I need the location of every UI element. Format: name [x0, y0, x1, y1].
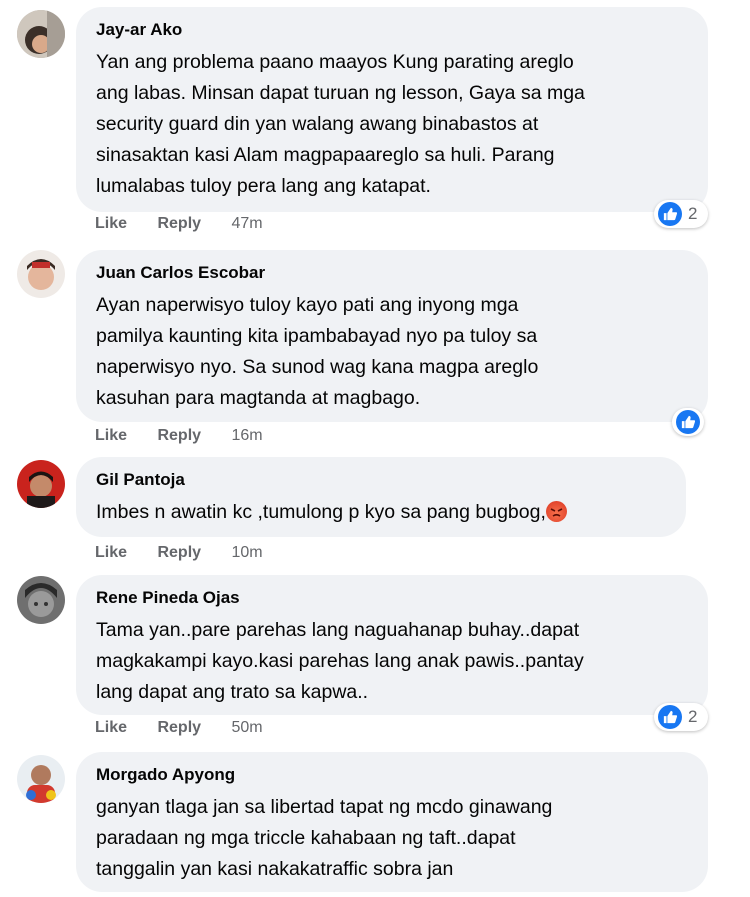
like-link[interactable]: Like	[95, 215, 127, 232]
comment-timestamp[interactable]: 10m	[232, 544, 263, 561]
comment-bubble: Gil Pantoja Imbes n awatin kc ,tumulong …	[76, 457, 686, 537]
reaction-count-badge[interactable]: 2	[654, 703, 708, 731]
reply-link[interactable]: Reply	[157, 215, 201, 232]
comment-text: Ayan naperwisyo tuloy kayo pati ang inyo…	[96, 294, 539, 409]
angry-face-icon	[545, 501, 567, 522]
comment-text: Tama yan..pare parehas lang naguahanap b…	[96, 619, 584, 703]
comment-actions: Like Reply 47m	[95, 215, 289, 233]
comment-timestamp[interactable]: 50m	[232, 719, 263, 736]
comment-text-content: Imbes n awatin kc ,tumulong p kyo sa pan…	[96, 501, 546, 523]
comment-text: ganyan tlaga jan sa libertad tapat ng mc…	[96, 796, 553, 880]
comment-author[interactable]: Gil Pantoja	[96, 469, 666, 491]
reaction-badge[interactable]	[672, 408, 704, 436]
comment-bubble: Morgado Apyong ganyan tlaga jan sa liber…	[76, 752, 708, 892]
comment-bubble: Rene Pineda Ojas Tama yan..pare parehas …	[76, 575, 708, 715]
like-link[interactable]: Like	[95, 544, 127, 561]
comment-bubble: Juan Carlos Escobar Ayan naperwisyo tulo…	[76, 250, 708, 422]
comment-author[interactable]: Jay-ar Ako	[96, 19, 688, 41]
comment-author[interactable]: Rene Pineda Ojas	[96, 587, 688, 609]
comment-text: Imbes n awatin kc ,tumulong p kyo sa pan…	[96, 497, 666, 528]
comment-timestamp[interactable]: 47m	[232, 215, 263, 232]
avatar[interactable]	[17, 10, 65, 58]
avatar[interactable]	[17, 755, 65, 803]
like-icon	[658, 202, 682, 226]
reply-link[interactable]: Reply	[157, 544, 201, 561]
comment-actions: Like Reply 10m	[95, 544, 289, 562]
avatar[interactable]	[17, 460, 65, 508]
comment-timestamp[interactable]: 16m	[232, 427, 263, 444]
like-link[interactable]: Like	[95, 427, 127, 444]
like-icon	[658, 705, 682, 729]
like-link[interactable]: Like	[95, 719, 127, 736]
reaction-count-badge[interactable]: 2	[654, 200, 708, 228]
comment-author[interactable]: Juan Carlos Escobar	[96, 262, 688, 284]
comment-actions: Like Reply 16m	[95, 427, 289, 445]
avatar[interactable]	[17, 250, 65, 298]
reply-link[interactable]: Reply	[157, 719, 201, 736]
avatar[interactable]	[17, 576, 65, 624]
reaction-count: 2	[688, 204, 698, 223]
reaction-count: 2	[688, 707, 698, 726]
reply-link[interactable]: Reply	[157, 427, 201, 444]
like-icon	[676, 410, 700, 434]
comment-bubble: Jay-ar Ako Yan ang problema paano maayos…	[76, 7, 708, 212]
comment-author[interactable]: Morgado Apyong	[96, 764, 688, 786]
comment-actions: Like Reply 50m	[95, 719, 289, 737]
comment-text: Yan ang problema paano maayos Kung parat…	[96, 51, 585, 197]
